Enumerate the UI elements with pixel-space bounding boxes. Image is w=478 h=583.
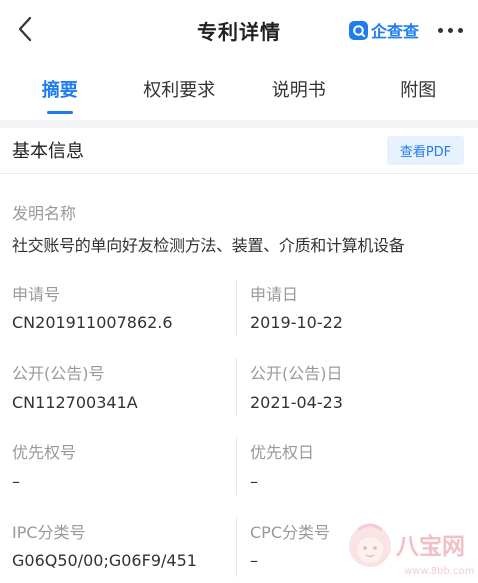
tab-abstract[interactable]: 摘要 [0,58,120,120]
cpc-value: – [250,551,258,570]
cpc-label: CPC分类号 [250,523,330,542]
priority-no-value: – [12,472,20,491]
application-date-label: 申请日 [250,285,299,304]
application-no-label: 申请号 [12,285,61,304]
view-pdf-button[interactable]: 查看PDF [387,136,464,165]
application-date-value: 2019-10-22 [250,313,343,332]
invention-name-label: 发明名称 [12,204,77,223]
watermark-logo: 八宝网 www.8bb.com [349,523,474,577]
priority-no-label: 优先权号 [12,443,77,462]
more-button[interactable] [428,18,472,42]
app-header: 专利详情 企查查 [0,0,478,58]
more-dots-icon [437,27,443,33]
section-title: 基本信息 [12,141,84,162]
brand-link[interactable]: 企查查 [349,18,419,42]
ipc-value: G06Q50/00;G06F9/451 [12,551,197,570]
tab-label: 说明书 [271,80,326,101]
tab-label: 摘要 [41,80,78,101]
section-divider [0,120,478,128]
tab-claims[interactable]: 权利要求 [120,58,240,120]
active-tab-indicator [46,111,73,114]
qichacha-logo-icon [349,20,368,40]
svg-text:www.8bb.com: www.8bb.com [404,566,474,577]
priority-date-value: – [250,472,258,491]
svg-text:八宝网: 八宝网 [396,533,465,560]
publication-no-value: CN112700341A [12,393,138,412]
tab-label: 权利要求 [143,80,216,101]
more-dots-icon [447,27,453,33]
chevron-left-icon [18,16,32,42]
column-divider [236,280,237,336]
priority-date-label: 优先权日 [250,443,315,462]
tab-label: 附图 [400,80,437,101]
publication-date-label: 公开(公告)日 [250,364,343,383]
basic-info-header: 基本信息 查看PDF [0,128,478,174]
ipc-label: IPC分类号 [12,523,86,542]
tab-bar: 摘要 权利要求 说明书 附图 [0,58,478,120]
column-divider [236,437,237,495]
column-divider [236,517,237,577]
invention-name-value: 社交账号的单向好友检测方法、装置、介质和计算机设备 [12,236,405,255]
publication-no-label: 公开(公告)号 [12,364,105,383]
more-dots-icon [457,27,463,33]
tab-drawings[interactable]: 附图 [359,58,478,120]
back-button[interactable] [10,12,40,46]
tab-description[interactable]: 说明书 [239,58,359,120]
application-no-value: CN201911007862.6 [12,313,173,332]
brand-name: 企查查 [371,22,420,41]
column-divider [236,358,237,416]
publication-date-value: 2021-04-23 [250,393,343,412]
